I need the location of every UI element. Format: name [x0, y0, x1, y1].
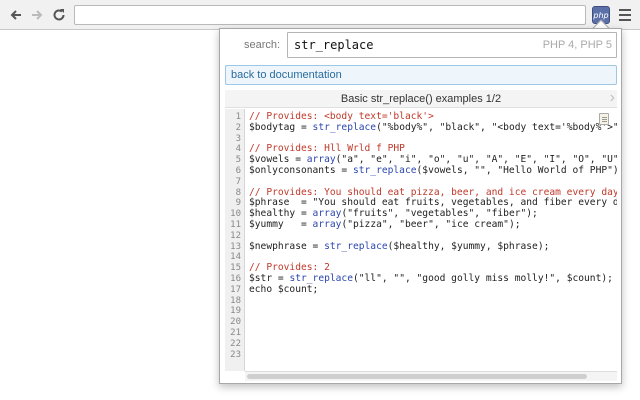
line-number: 20 [230, 317, 241, 328]
code-line: $onlyconsonants = str_replace($vowels, "… [249, 165, 617, 176]
reload-icon[interactable] [49, 5, 69, 25]
line-number: 10 [230, 209, 241, 220]
example-title: Basic str_replace() examples 1/2 [340, 93, 502, 105]
line-number: 4 [235, 144, 241, 155]
scrollbar-thumb[interactable] [247, 374, 587, 379]
line-number: 22 [230, 338, 241, 349]
line-number: 18 [230, 295, 241, 306]
line-number: 9 [235, 198, 241, 209]
search-versions: PHP 4, PHP 5 [542, 39, 612, 51]
line-number: 1 [235, 112, 241, 122]
hamburger-menu-icon[interactable] [616, 6, 634, 24]
line-number: 6 [235, 166, 241, 176]
line-number: 16 [230, 274, 241, 284]
line-number: 7 [235, 176, 241, 187]
browser-toolbar: php [0, 0, 640, 30]
address-bar[interactable] [74, 5, 586, 25]
forward-arrow-icon[interactable] [27, 5, 47, 25]
code-line: echo $count; [249, 283, 319, 295]
back-arrow-icon[interactable] [6, 5, 26, 25]
line-number: 11 [230, 220, 241, 230]
line-number: 12 [230, 230, 241, 241]
line-number: 2 [235, 122, 241, 133]
line-number-gutter: 1 2 3 4 5 6 7 8 9 10 11 12 13 14 15 16 17 18 19 20 21 22 23 [225, 109, 245, 371]
clipboard-icon[interactable] [599, 113, 609, 125]
line-number: 17 [230, 284, 241, 295]
line-number: 21 [230, 328, 241, 338]
line-number: 15 [230, 263, 241, 274]
line-number: 5 [235, 155, 241, 166]
search-label: search: [244, 39, 281, 51]
line-number: 14 [230, 252, 241, 263]
search-input[interactable]: str_replace PHP 4, PHP 5 [287, 32, 617, 58]
line-number: 13 [230, 241, 241, 252]
line-number: 3 [235, 133, 241, 144]
back-button-label: back to documentation [231, 69, 342, 81]
example-header: Basic str_replace() examples 1/2 › [225, 90, 617, 108]
code-line: $newphrase = str_replace($healthy, $yumm… [249, 240, 550, 252]
code-example[interactable]: 1 2 3 4 5 6 7 8 9 10 11 12 13 14 15 16 17 18 19 20 21 22 23 //… [225, 109, 617, 371]
search-value[interactable]: str_replace [294, 38, 373, 52]
code-line: $bodytag = str_replace("%body%", "black"… [249, 121, 617, 133]
line-number: 8 [235, 187, 241, 198]
php-docs-popup: search: str_replace PHP 4, PHP 5 back to… [219, 28, 622, 384]
line-number: 23 [230, 349, 241, 360]
back-to-documentation-button[interactable]: back to documentation [225, 65, 617, 85]
code-line: $yummy = array("pizza", "beer", "ice cre… [249, 219, 521, 230]
horizontal-scrollbar[interactable] [245, 371, 617, 381]
chevron-right-icon[interactable]: › [610, 90, 615, 106]
line-number: 19 [230, 306, 241, 317]
